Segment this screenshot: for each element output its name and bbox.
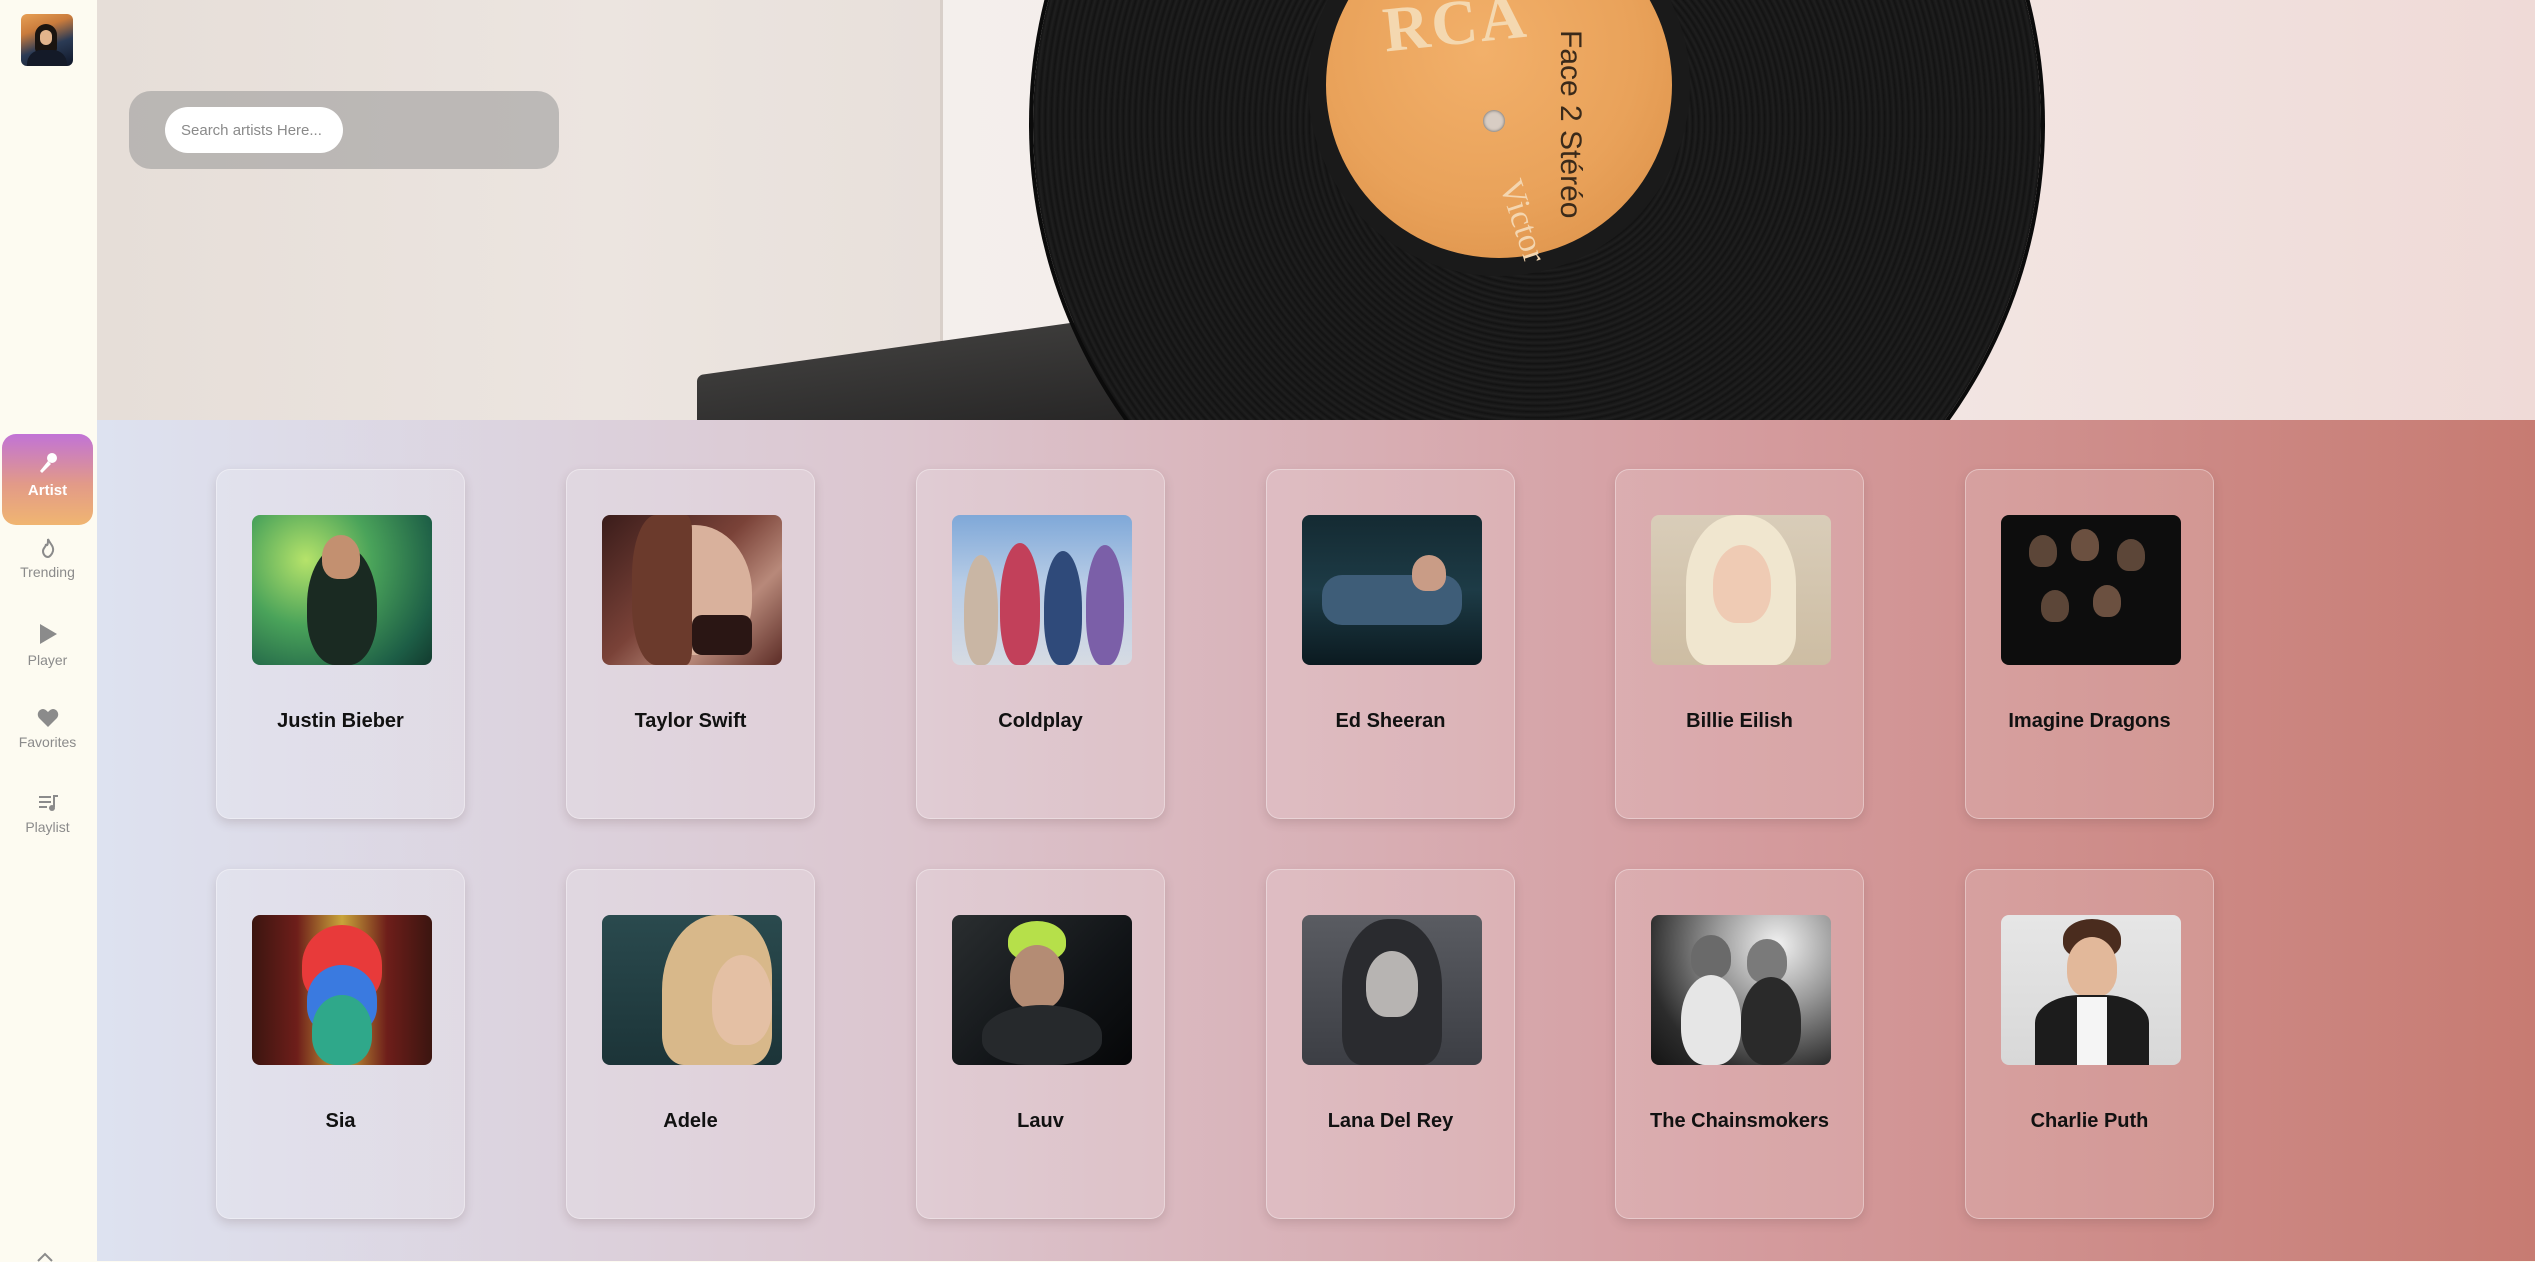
- artist-photo: [2001, 915, 2181, 1065]
- heart-icon: [37, 709, 58, 727]
- artist-card-ed-sheeran[interactable]: Ed Sheeran: [1266, 469, 1515, 819]
- artist-name: Coldplay: [998, 710, 1083, 732]
- sidebar-item-favorites[interactable]: Favorites: [2, 708, 93, 750]
- search-input[interactable]: [165, 107, 343, 153]
- artist-card-lauv[interactable]: Lauv: [916, 869, 1165, 1219]
- artist-name: Lana Del Rey: [1327, 1110, 1454, 1132]
- vinyl-center-hole: [1483, 110, 1505, 132]
- microphone-icon: [39, 453, 57, 473]
- artist-name: Justin Bieber: [277, 710, 404, 732]
- artist-card-the-chainsmokers[interactable]: The Chainsmokers: [1615, 869, 1864, 1219]
- artist-card-charlie-puth[interactable]: Charlie Puth: [1965, 869, 2214, 1219]
- artist-photo: [252, 915, 432, 1065]
- sidebar-item-label: Favorites: [18, 734, 77, 750]
- sidebar-item-label: Trending: [20, 564, 75, 580]
- sidebar-item-artist[interactable]: Artist: [2, 434, 93, 525]
- artist-card-taylor-swift[interactable]: Taylor Swift: [566, 469, 815, 819]
- artist-grid: Justin Bieber Taylor Swift Coldplay Ed S…: [97, 420, 2535, 1261]
- play-icon: [39, 624, 57, 644]
- artist-photo: [952, 915, 1132, 1065]
- artist-name: Taylor Swift: [634, 710, 747, 732]
- artist-card-lana-del-rey[interactable]: Lana Del Rey: [1266, 869, 1515, 1219]
- artist-photo: [1651, 915, 1831, 1065]
- search-panel: [129, 91, 559, 169]
- artist-photo: [1302, 915, 1482, 1065]
- artist-name: Imagine Dragons: [2008, 710, 2171, 732]
- artist-photo: [2001, 515, 2181, 665]
- artist-card-adele[interactable]: Adele: [566, 869, 815, 1219]
- artist-name: Lauv: [1017, 1110, 1064, 1132]
- artist-card-coldplay[interactable]: Coldplay: [916, 469, 1165, 819]
- hero-wall-edge: [940, 0, 943, 380]
- vinyl-label-side: Face 2 Stéréo: [1554, 30, 1587, 219]
- artist-photo: [602, 515, 782, 665]
- artist-name: Ed Sheeran: [1335, 710, 1446, 732]
- artist-photo: [1302, 515, 1482, 665]
- sidebar-item-playlist[interactable]: Playlist: [2, 793, 93, 835]
- artist-card-sia[interactable]: Sia: [216, 869, 465, 1219]
- sidebar-item-label: Playlist: [25, 819, 70, 835]
- artist-name: The Chainsmokers: [1650, 1110, 1829, 1132]
- sidebar-item-label: Player: [27, 652, 68, 668]
- artist-photo: [252, 515, 432, 665]
- artist-name: Adele: [663, 1110, 718, 1132]
- artist-card-billie-eilish[interactable]: Billie Eilish: [1615, 469, 1864, 819]
- artist-photo: [952, 515, 1132, 665]
- flame-icon: [41, 538, 54, 558]
- artist-photo: [1651, 515, 1831, 665]
- artist-photo: [602, 915, 782, 1065]
- artist-card-imagine-dragons[interactable]: Imagine Dragons: [1965, 469, 2214, 819]
- hero-wall: [97, 0, 940, 420]
- artist-name: Charlie Puth: [2030, 1110, 2149, 1132]
- playlist-icon: [38, 795, 58, 811]
- sidebar: Artist Trending Player Favorites Playlis…: [0, 0, 97, 1262]
- artist-card-justin-bieber[interactable]: Justin Bieber: [216, 469, 465, 819]
- hero-banner: RCA Face 2 Stéréo Victor: [97, 0, 2535, 420]
- sidebar-item-trending[interactable]: Trending: [2, 538, 93, 580]
- user-avatar[interactable]: [21, 14, 73, 66]
- artist-name: Billie Eilish: [1686, 710, 1793, 732]
- artist-name: Sia: [325, 1110, 356, 1132]
- sidebar-item-player[interactable]: Player: [2, 622, 93, 668]
- sidebar-item-label: Artist: [27, 482, 68, 499]
